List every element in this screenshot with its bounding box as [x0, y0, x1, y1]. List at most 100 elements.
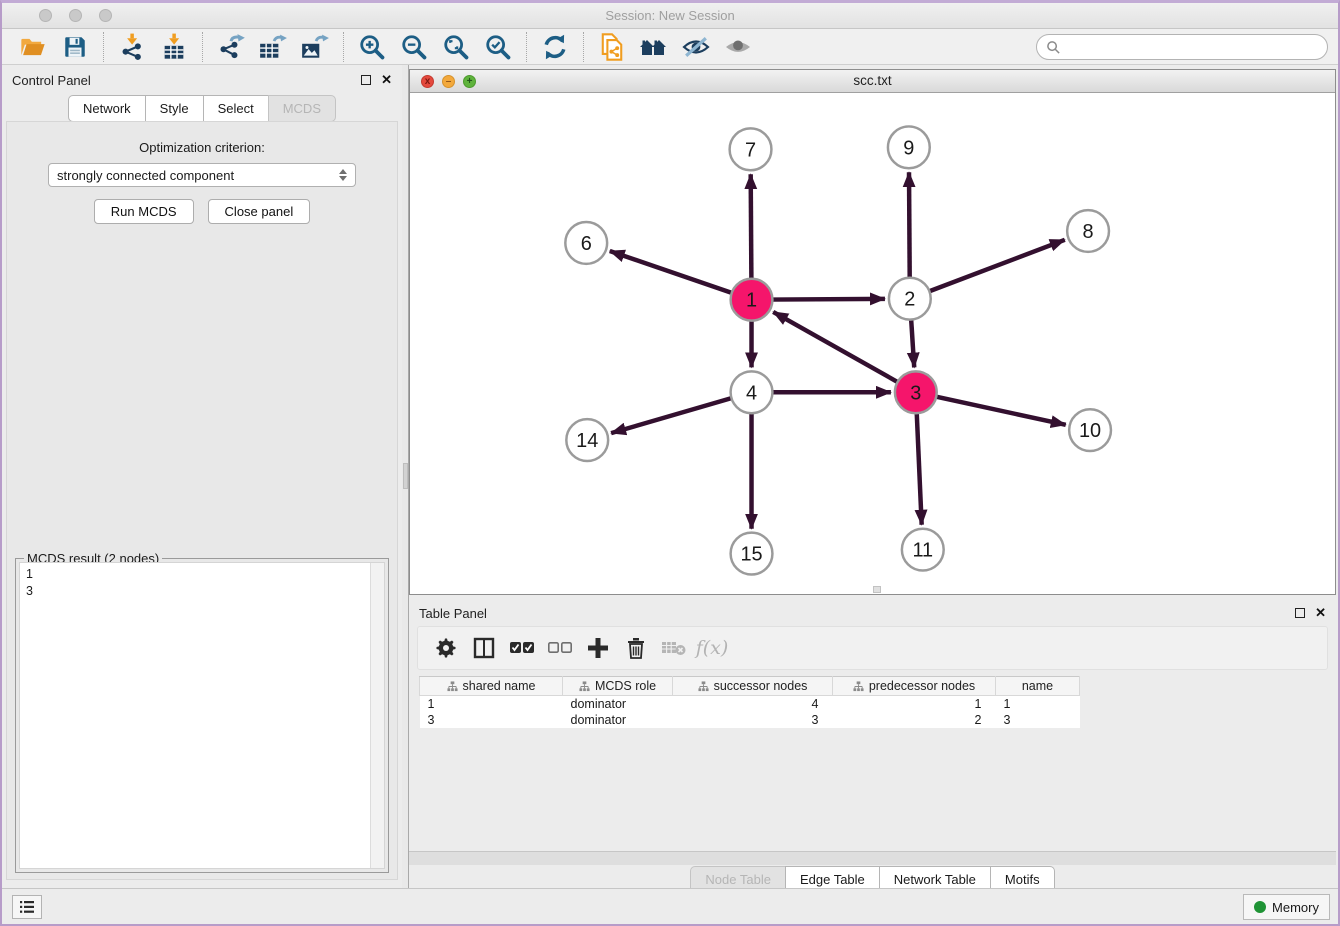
show-details-icon[interactable] [723, 32, 753, 62]
node-table: shared name MCDS role successor nodes pr… [419, 676, 1079, 728]
cell-name[interactable]: 3 [996, 712, 1080, 728]
column-header-shared-name[interactable]: shared name [420, 677, 563, 696]
add-column-icon[interactable] [582, 633, 614, 663]
delete-table-icon[interactable] [658, 633, 690, 663]
graph-node-label: 1 [746, 290, 757, 312]
cell-shared-name[interactable]: 3 [420, 712, 563, 728]
column-header-mcds-role[interactable]: MCDS role [563, 677, 673, 696]
graph-edge-3-11[interactable] [917, 413, 922, 525]
cell-shared-name[interactable]: 1 [420, 696, 563, 712]
open-session-icon[interactable] [18, 32, 48, 62]
application-window: Session: New Session [0, 0, 1340, 926]
toolbar-separator [526, 32, 527, 62]
table-panel-title: Table Panel [419, 606, 1295, 621]
toolbar-separator [103, 32, 104, 62]
tree-icon [853, 681, 864, 692]
close-panel-button[interactable]: Close panel [208, 199, 311, 224]
graph-edge-1-2[interactable] [772, 299, 885, 300]
refresh-view-icon[interactable] [540, 32, 570, 62]
cell-predecessor-nodes[interactable]: 2 [833, 712, 996, 728]
graph-node-label: 15 [740, 544, 762, 566]
copy-share-view-icon[interactable] [597, 32, 627, 62]
cell-predecessor-nodes[interactable]: 1 [833, 696, 996, 712]
column-header-name[interactable]: name [996, 677, 1080, 696]
splitter-grip[interactable] [403, 463, 408, 489]
mcds-panel-body: Optimization criterion: strongly connect… [6, 121, 398, 880]
table-row[interactable]: 1 dominator 4 1 1 [420, 696, 1080, 712]
tree-icon [447, 681, 458, 692]
import-network-icon[interactable] [117, 32, 147, 62]
run-mcds-button[interactable]: Run MCDS [94, 199, 194, 224]
tab-network[interactable]: Network [68, 95, 146, 122]
graph-edge-2-9[interactable] [909, 172, 910, 278]
graph-edge-4-14[interactable] [611, 398, 731, 433]
table-row[interactable]: 3 dominator 3 2 3 [420, 712, 1080, 728]
tab-style[interactable]: Style [145, 95, 204, 122]
graph-node-label: 9 [903, 137, 914, 159]
tab-mcds[interactable]: MCDS [268, 95, 336, 122]
list-icon [19, 900, 35, 914]
apply-function-icon[interactable]: f(x) [696, 633, 728, 663]
vertical-splitter[interactable] [402, 65, 409, 888]
window-title: Session: New Session [2, 8, 1338, 23]
network-window-titlebar[interactable]: x – + scc.txt [410, 70, 1335, 93]
graph-edge-3-1[interactable] [773, 312, 897, 382]
deselect-all-columns-icon[interactable] [544, 633, 576, 663]
search-input[interactable] [1036, 34, 1328, 60]
float-panel-icon[interactable] [361, 75, 371, 85]
control-panel-tabs: Network Style Select MCDS [2, 95, 402, 122]
tab-select[interactable]: Select [203, 95, 269, 122]
table-settings-icon[interactable] [430, 633, 462, 663]
mcds-result-text: 1 3 [20, 563, 384, 603]
graph-edge-2-8[interactable] [929, 240, 1064, 291]
search-icon [1046, 40, 1061, 55]
graph-edge-3-10[interactable] [936, 397, 1065, 425]
close-panel-icon[interactable]: ✕ [381, 72, 392, 88]
delete-column-icon[interactable] [620, 633, 652, 663]
network-canvas[interactable]: 1234678910111415 [410, 93, 1335, 594]
graph-node-label: 8 [1083, 221, 1094, 243]
graph-node-label: 10 [1079, 420, 1101, 442]
cell-mcds-role[interactable]: dominator [563, 696, 673, 712]
table-scroll-strip[interactable] [409, 851, 1336, 865]
cell-successor-nodes[interactable]: 3 [673, 712, 833, 728]
toolbar-separator [202, 32, 203, 62]
network-graph[interactable]: 1234678910111415 [410, 93, 1335, 594]
optimization-criterion-select[interactable]: strongly connected component [48, 163, 356, 187]
zoom-fit-icon[interactable] [441, 32, 471, 62]
export-network-icon[interactable] [216, 32, 246, 62]
graph-edge-1-6[interactable] [610, 251, 732, 293]
zoom-out-icon[interactable] [399, 32, 429, 62]
tree-icon [698, 681, 709, 692]
show-columns-icon[interactable] [468, 633, 500, 663]
zoom-selected-icon[interactable] [483, 32, 513, 62]
zoom-in-icon[interactable] [357, 32, 387, 62]
export-table-icon[interactable] [258, 32, 288, 62]
column-header-predecessor-nodes[interactable]: predecessor nodes [833, 677, 996, 696]
memory-button[interactable]: Memory [1243, 894, 1330, 920]
home-layout-icon[interactable] [639, 32, 669, 62]
graph-edge-2-3[interactable] [911, 320, 914, 368]
result-scrollbar[interactable] [370, 563, 384, 868]
mcds-result-area[interactable]: 1 3 [19, 562, 385, 869]
main-titlebar: Session: New Session [2, 3, 1338, 29]
hide-details-icon[interactable] [681, 32, 711, 62]
task-history-button[interactable] [12, 895, 42, 919]
cell-mcds-role[interactable]: dominator [563, 712, 673, 728]
float-table-panel-icon[interactable] [1295, 608, 1305, 618]
cell-successor-nodes[interactable]: 4 [673, 696, 833, 712]
network-window-title: scc.txt [410, 73, 1335, 88]
select-all-columns-icon[interactable] [506, 633, 538, 663]
cell-name[interactable]: 1 [996, 696, 1080, 712]
close-table-panel-icon[interactable]: ✕ [1315, 605, 1326, 621]
tree-icon [579, 681, 590, 692]
selected-criterion: strongly connected component [57, 168, 339, 183]
graph-edge-1-7[interactable] [751, 174, 752, 279]
save-session-icon[interactable] [60, 32, 90, 62]
import-table-icon[interactable] [159, 32, 189, 62]
export-image-icon[interactable] [300, 32, 330, 62]
network-view-window: x – + scc.txt 1234678910111415 [409, 69, 1336, 595]
column-header-successor-nodes[interactable]: successor nodes [673, 677, 833, 696]
network-window-grip[interactable] [873, 586, 881, 593]
status-bar: Memory [2, 888, 1338, 924]
